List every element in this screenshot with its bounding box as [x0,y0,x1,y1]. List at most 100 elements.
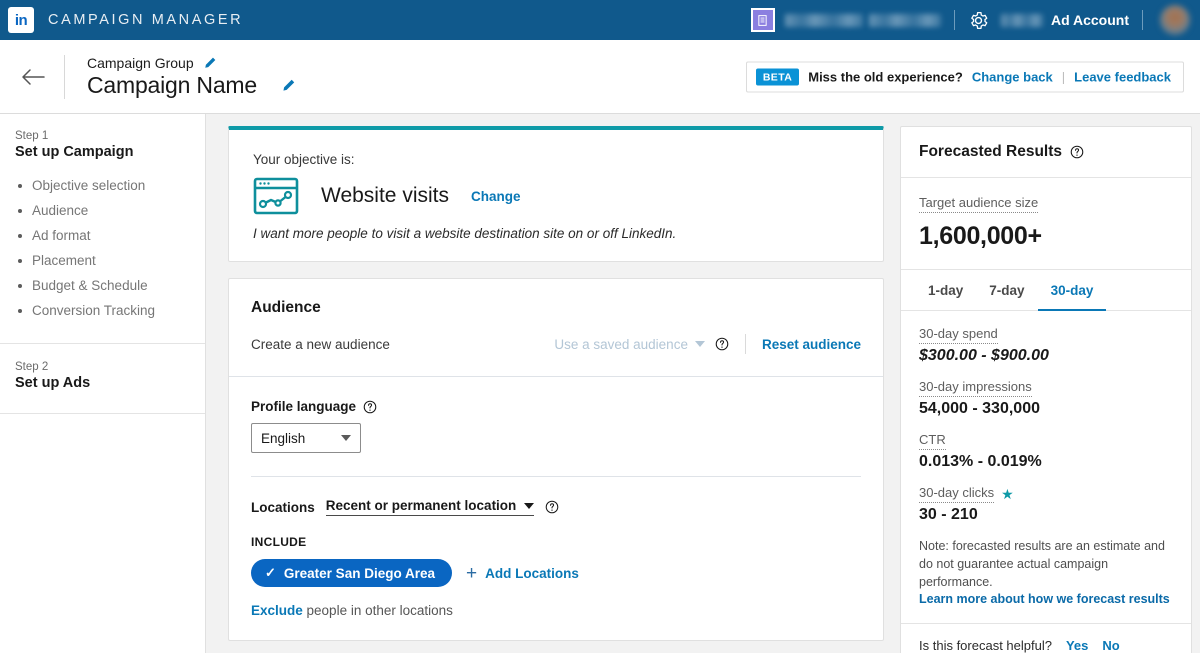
tab-30-day[interactable]: 30-day [1038,270,1107,311]
step-1-item-list: Objective selection Audience Ad format P… [15,173,189,323]
main-content: Your objective is: Website v [206,114,900,653]
campaign-group-label: Campaign Group [87,55,194,71]
reset-audience-button[interactable]: Reset audience [762,337,861,352]
account-name-redacted [785,14,863,27]
stat-label[interactable]: 30-day spend [919,326,998,344]
forecast-tabs: 1-day 7-day 30-day [901,270,1191,311]
include-label: INCLUDE [251,535,861,549]
objective-name: Website visits [321,184,449,208]
step-1-number: Step 1 [15,130,189,142]
website-visits-icon [253,177,299,215]
gear-icon[interactable] [968,10,989,31]
add-locations-button[interactable]: + Add Locations [466,564,579,583]
location-type-value: Recent or permanent location [326,498,517,513]
page-title: Campaign Name [87,72,257,99]
company-building-icon[interactable] [751,8,775,32]
linkedin-logo-icon[interactable]: in [8,7,34,33]
pencil-icon[interactable] [203,56,217,70]
stat-label[interactable]: CTR [919,432,946,450]
header-titles: Campaign Group Campaign Name [87,55,296,99]
top-navigation-bar: in CAMPAIGN MANAGER Ad Account [0,0,1200,40]
profile-language-select[interactable]: English [251,423,361,453]
sidebar-item-audience[interactable]: Audience [15,198,189,223]
audience-actions: Use a saved audience Reset audience [554,334,861,354]
top-bar-right-group: Ad Account [751,5,1190,35]
leave-feedback-link[interactable]: Leave feedback [1074,69,1171,84]
page-body: Step 1 Set up Campaign Objective selecti… [0,114,1200,653]
help-circle-icon[interactable] [545,500,559,514]
forecast-header: Forecasted Results [901,127,1191,178]
target-audience-size-label[interactable]: Target audience size [919,195,1038,213]
chevron-down-icon [524,503,534,509]
help-circle-icon[interactable] [363,400,377,414]
stat-label-row: 30-day impressions [919,379,1173,397]
beta-question: Miss the old experience? [808,69,963,84]
forecast-note-text: Note: forecasted results are an estimate… [919,539,1165,589]
stat-ctr: CTR 0.013% - 0.019% [919,432,1173,471]
audience-controls-row: Create a new audience Use a saved audien… [251,334,861,376]
chevron-down-icon [695,341,705,347]
location-chip-label: Greater San Diego Area [284,566,435,581]
forecast-helpful-yes[interactable]: Yes [1066,638,1088,653]
location-chip-greater-san-diego-area[interactable]: ✓ Greater San Diego Area [251,559,452,587]
use-saved-audience-dropdown[interactable]: Use a saved audience [554,337,705,352]
tab-1-day[interactable]: 1-day [915,270,976,311]
audience-card-head: Audience Create a new audience Use a sav… [229,279,883,376]
objective-description: I want more people to visit a website de… [253,226,859,241]
sidebar-item-ad-format[interactable]: Ad format [15,223,189,248]
stat-30-day-spend: 30-day spend $300.00 - $900.00 [919,326,1173,365]
chevron-down-icon [341,435,351,441]
stat-label-row: 30-day clicks ★ [919,485,1173,503]
sidebar-item-placement[interactable]: Placement [15,248,189,273]
stat-label[interactable]: 30-day impressions [919,379,1032,397]
stat-label-row: CTR [919,432,1173,450]
step-2-number: Step 2 [15,361,189,373]
back-arrow-icon[interactable] [12,56,54,98]
objective-row: Website visits Change [253,177,859,215]
forecast-feedback-row: Is this forecast helpful? Yes No [901,624,1191,653]
create-new-audience-label: Create a new audience [251,337,390,352]
audience-action-divider [745,334,746,354]
change-objective-link[interactable]: Change [471,189,521,204]
ad-account-label[interactable]: Ad Account [1051,12,1129,28]
pencil-icon[interactable] [281,78,296,93]
location-type-dropdown[interactable]: Recent or permanent location [326,498,535,516]
page-header: Campaign Group Campaign Name BETA Miss t… [0,40,1200,114]
forecast-helpful-question: Is this forecast helpful? [919,638,1052,653]
sidebar-item-conversion-tracking[interactable]: Conversion Tracking [15,298,189,323]
learn-more-link[interactable]: Learn more about how we forecast results [919,591,1173,609]
app-title: CAMPAIGN MANAGER [48,12,243,28]
forecasted-results-card: Forecasted Results Target audience size … [900,126,1192,653]
stat-value: 30 - 210 [919,506,1173,524]
exclude-link[interactable]: Exclude [251,603,303,618]
exclude-text: people in other locations [303,603,453,618]
sidebar-item-objective-selection[interactable]: Objective selection [15,173,189,198]
sidebar: Step 1 Set up Campaign Objective selecti… [0,114,206,653]
profile-language-block: Profile language English [251,377,861,476]
help-circle-icon[interactable] [715,337,729,351]
linkedin-logo-text: in [15,13,27,28]
audience-card: Audience Create a new audience Use a sav… [228,278,884,641]
campaign-group-row: Campaign Group [87,55,296,71]
locations-header-row: Locations Recent or permanent location [251,498,861,516]
step-2-title: Set up Ads [15,375,189,391]
forecast-helpful-no[interactable]: No [1102,638,1119,653]
forecast-stats: 30-day spend $300.00 - $900.00 30-day im… [901,311,1191,624]
forecast-title: Forecasted Results [919,143,1062,161]
profile-language-label: Profile language [251,399,356,414]
avatar[interactable] [1160,5,1190,35]
ad-account-name-redacted [1001,14,1043,27]
change-back-link[interactable]: Change back [972,69,1053,84]
tab-7-day[interactable]: 7-day [976,270,1037,311]
beta-badge: BETA [756,68,799,85]
check-icon: ✓ [265,565,276,581]
help-circle-icon[interactable] [1070,145,1084,159]
objective-lead-text: Your objective is: [253,152,859,167]
sidebar-step-1: Step 1 Set up Campaign Objective selecti… [0,114,205,344]
campaign-name-row: Campaign Name [87,72,296,99]
sidebar-step-2[interactable]: Step 2 Set up Ads [0,344,205,414]
beta-separator: | [1062,69,1065,84]
sidebar-item-budget-schedule[interactable]: Budget & Schedule [15,273,189,298]
stat-label[interactable]: 30-day clicks [919,485,994,503]
top-bar-divider-1 [954,10,955,30]
